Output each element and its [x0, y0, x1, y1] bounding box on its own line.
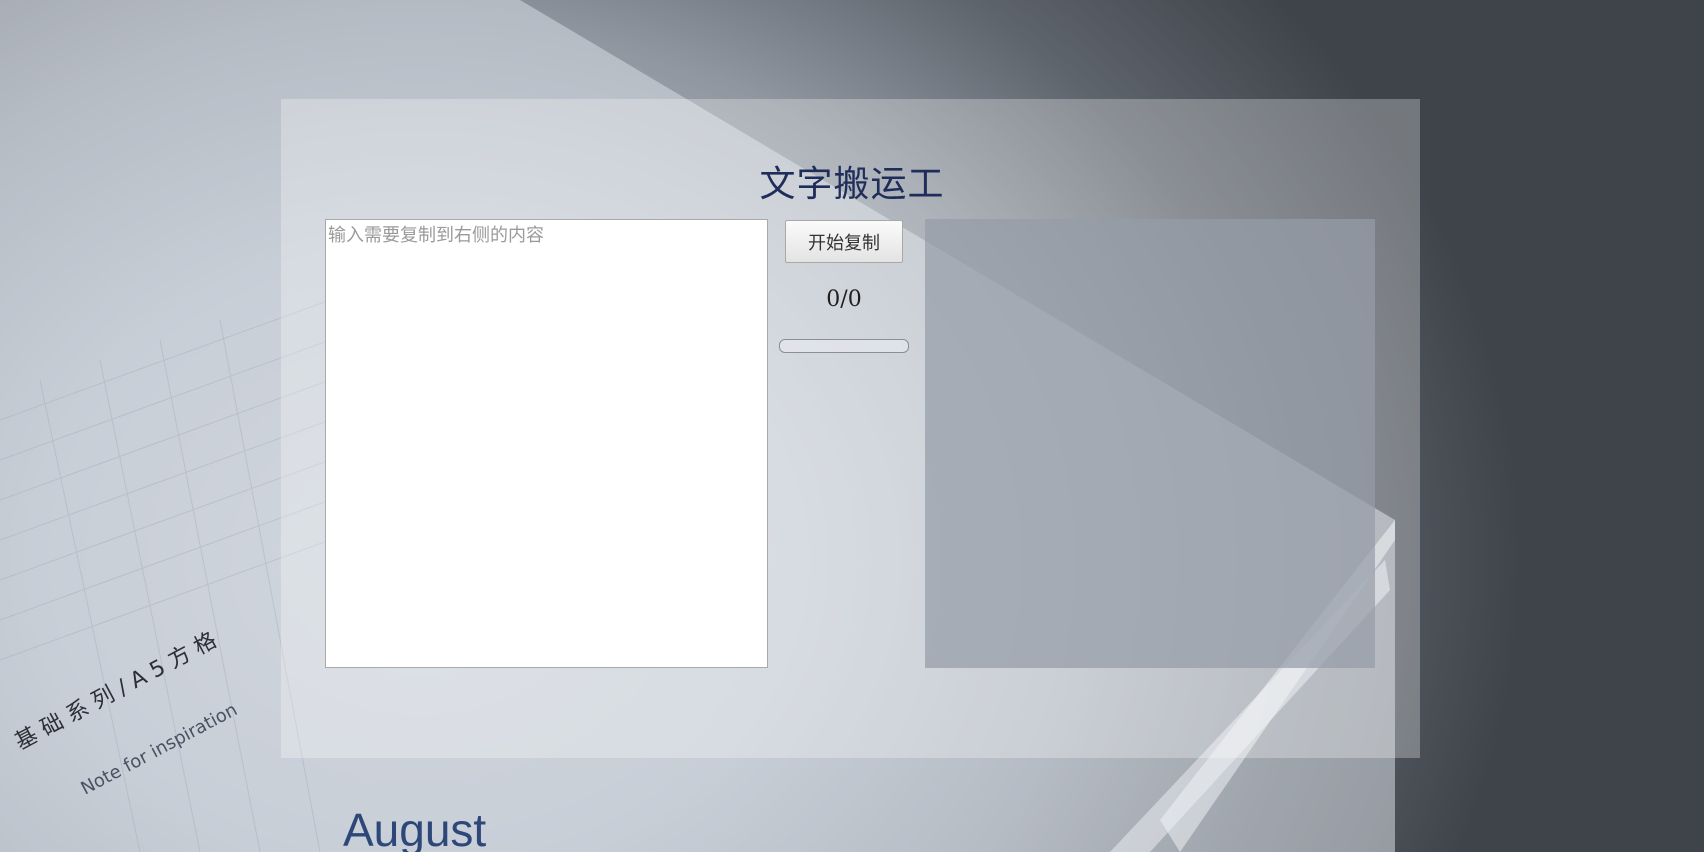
source-textarea[interactable]: [325, 219, 768, 668]
output-panel: [925, 219, 1375, 668]
notebook-text-month: August: [343, 804, 486, 852]
start-copy-button[interactable]: 开始复制: [785, 220, 903, 263]
page-title: 文字搬运工: [759, 164, 945, 205]
copy-progress-bar: [779, 339, 909, 353]
copy-counter: 0/0: [826, 287, 862, 312]
